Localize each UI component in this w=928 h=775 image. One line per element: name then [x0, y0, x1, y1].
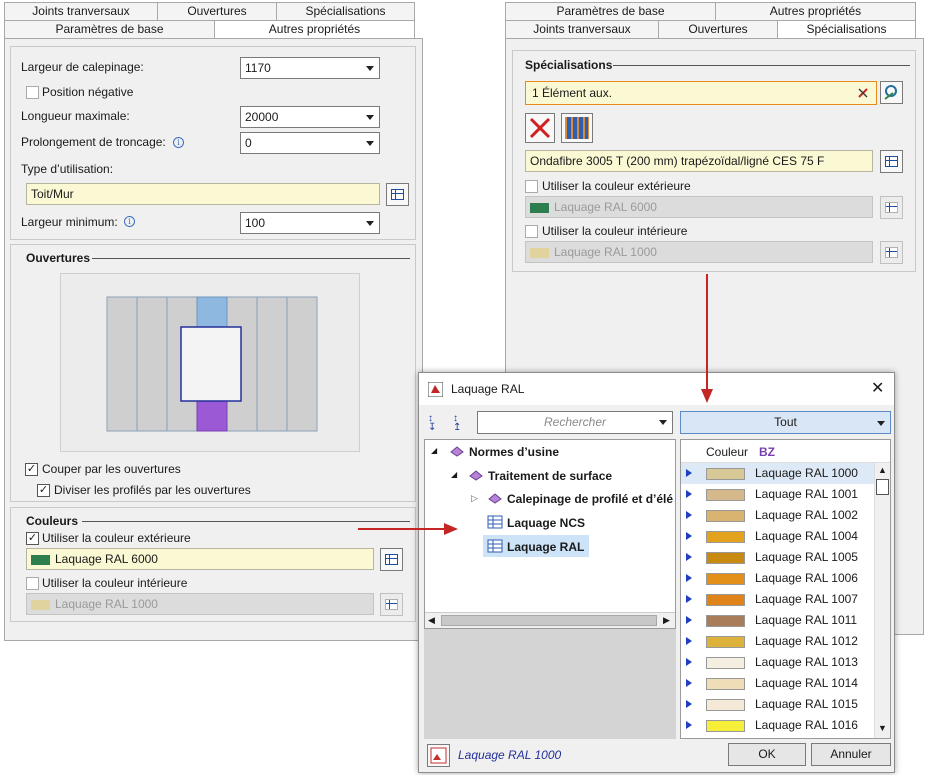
arrowhead	[701, 389, 713, 403]
arrowhead	[444, 523, 458, 535]
annotation-arrows	[358, 274, 713, 535]
